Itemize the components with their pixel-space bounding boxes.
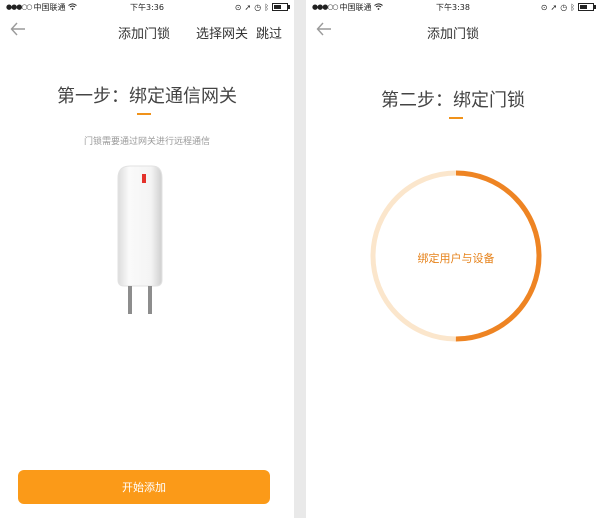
title-accent-divider xyxy=(449,117,463,119)
status-bar: ●●●○○ 中国联通 下午3:36 ⊙ ➚ ◷ ᛒ xyxy=(0,0,294,14)
alarm-clock-icon: ◷ xyxy=(254,2,262,12)
bluetooth-icon: ᛒ xyxy=(264,2,269,12)
nav-bar: 添加门锁 选择网关 跳过 xyxy=(0,14,294,48)
status-bar: ●●●○○ 中国联通 下午3:38 ⊙ ➚ ◷ ᛒ xyxy=(306,0,600,14)
binding-progress-ring: 绑定用户与设备 xyxy=(370,170,542,342)
screen-step1: ●●●○○ 中国联通 下午3:36 ⊙ ➚ ◷ ᛒ 添加门锁 选择网关 跳过 第… xyxy=(0,0,294,518)
location-icon: ➚ xyxy=(550,2,558,12)
select-gateway-button[interactable]: 选择网关 xyxy=(196,23,248,42)
alarm-icon: ⊙ xyxy=(234,2,242,12)
step-title: 第二步：绑定门锁 xyxy=(381,90,525,111)
battery-icon xyxy=(578,3,596,11)
screen-step2: ●●●○○ 中国联通 下午3:38 ⊙ ➚ ◷ ᛒ 添加门锁 第二步：绑定门锁 … xyxy=(306,0,600,518)
step-title: 第一步：绑定通信网关 xyxy=(57,86,237,107)
location-icon: ➚ xyxy=(244,2,252,12)
nav-bar: 添加门锁 xyxy=(306,14,600,48)
bluetooth-icon: ᛒ xyxy=(570,2,575,12)
alarm-icon: ⊙ xyxy=(540,2,548,12)
nav-title: 添加门锁 xyxy=(426,27,479,42)
gateway-device-icon xyxy=(104,160,174,322)
skip-button[interactable]: 跳过 xyxy=(256,23,282,42)
progress-label: 绑定用户与设备 xyxy=(417,252,495,265)
step-subtitle: 门锁需要通过网关进行远程通信 xyxy=(83,137,210,147)
title-accent-divider xyxy=(137,113,151,115)
alarm-clock-icon: ◷ xyxy=(560,2,568,12)
start-add-button[interactable]: 开始添加 xyxy=(18,470,270,504)
battery-icon xyxy=(272,3,290,11)
